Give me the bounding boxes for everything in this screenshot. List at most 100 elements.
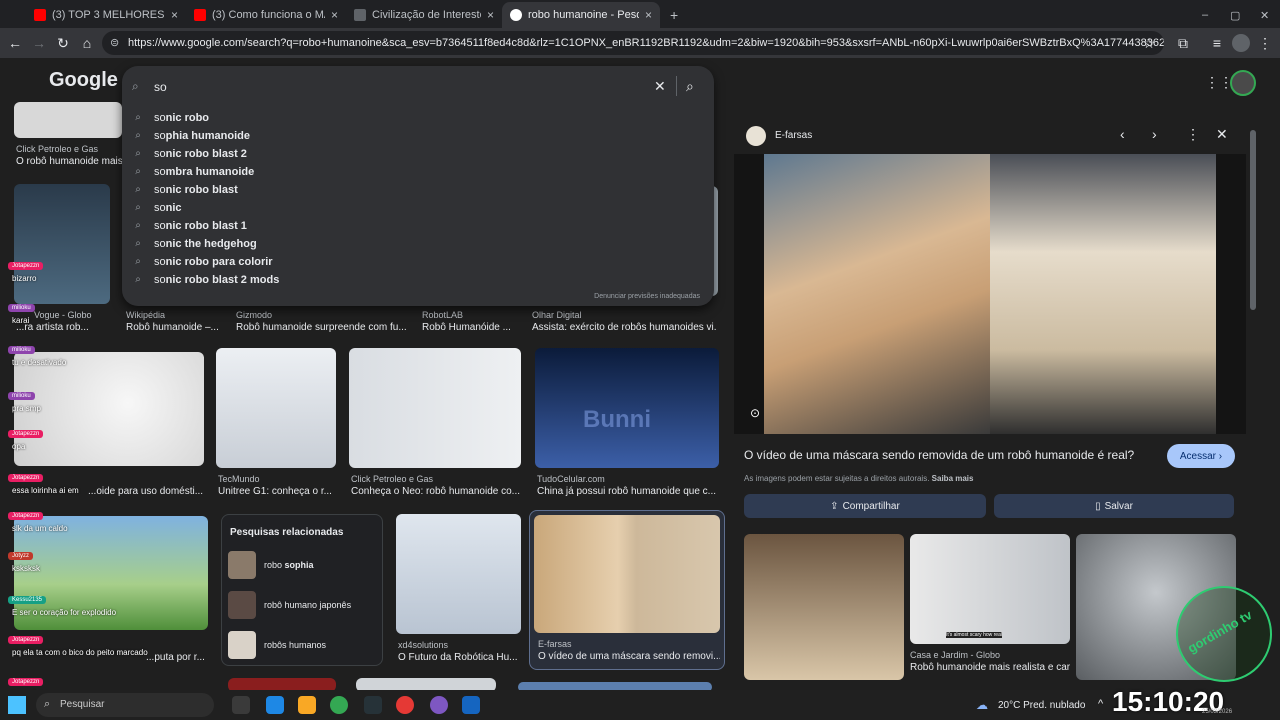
panel-scrollbar[interactable] [1250, 130, 1256, 310]
result-image[interactable] [14, 102, 122, 138]
tab-interestelar[interactable]: Civilização de Interestelar × [346, 2, 502, 28]
result-image[interactable] [349, 348, 521, 468]
media-controls-icon[interactable]: ≡ [1208, 34, 1226, 52]
result-title[interactable]: O robô humanoide mais [16, 156, 122, 167]
lens-icon[interactable]: ⊙ [750, 406, 760, 420]
tab-google-search[interactable]: robo humanoine - Pesquisa Go × [502, 2, 660, 28]
suggestion-item[interactable]: ⌕ so nic [132, 199, 181, 217]
search-submit-icon[interactable]: ⌕ [686, 78, 694, 95]
app-icon[interactable] [364, 696, 382, 714]
result-source: TecMundo [218, 474, 260, 484]
suggestion-item[interactable]: ⌕ so nic robo blast 2 [132, 145, 247, 163]
learn-more-link[interactable]: Saiba mais [932, 474, 974, 483]
apps-grid-icon[interactable]: ⋮⋮ [1205, 74, 1233, 91]
result-image[interactable] [518, 682, 712, 690]
suggestion-item[interactable]: ⌕ so nic robo [132, 109, 209, 127]
menu-icon[interactable]: ⋮ [1256, 34, 1274, 52]
result-image[interactable] [14, 184, 110, 304]
back-icon[interactable]: ← [6, 34, 24, 52]
reload-icon[interactable]: ↻ [54, 34, 72, 52]
suggestion-item[interactable]: ⌕ so nic robo blast 2 mods [132, 271, 279, 289]
close-tab-icon[interactable]: × [171, 8, 178, 22]
profile-avatar[interactable] [1232, 34, 1250, 52]
next-icon[interactable]: › [1152, 126, 1157, 142]
report-link[interactable]: Denunciar previsões inadequadas [594, 293, 700, 300]
search-input[interactable]: so [154, 80, 167, 94]
source-name[interactable]: E-farsas [775, 130, 812, 141]
close-tab-icon[interactable]: × [487, 8, 494, 22]
related-item[interactable]: robô humano japonês [228, 591, 378, 621]
previous-icon[interactable]: ‹ [1120, 126, 1125, 142]
save-button[interactable]: ▯ Salvar [994, 494, 1234, 518]
result-title[interactable]: Assista: exército de robôs humanoides vi… [532, 322, 716, 333]
share-button[interactable]: ⇪ Compartilhar [744, 494, 986, 518]
related-item[interactable]: robo sophia [228, 551, 378, 581]
result-title[interactable]: Robô humanoide –... [126, 322, 220, 333]
steam-icon[interactable] [462, 696, 480, 714]
maximize-button[interactable]: ▢ [1222, 2, 1242, 28]
close-tab-icon[interactable]: × [331, 8, 338, 22]
preview-image-right[interactable] [990, 154, 1216, 434]
result-title[interactable]: ...puta por r... [146, 652, 206, 663]
close-tab-icon[interactable]: × [645, 8, 652, 22]
folder-icon[interactable] [298, 696, 316, 714]
close-panel-icon[interactable]: ✕ [1216, 126, 1228, 143]
selected-result[interactable]: E-farsas O vídeo de uma máscara sendo re… [529, 510, 725, 670]
preview-title[interactable]: O vídeo de uma máscara sendo removida de… [744, 448, 1154, 462]
related-image[interactable] [744, 534, 904, 680]
chrome-icon[interactable] [330, 696, 348, 714]
suggestion-item[interactable]: ⌕ so nic robo para colorir [132, 253, 272, 271]
tab-youtube-mouses[interactable]: (3) TOP 3 MELHORES MOUSES × [26, 2, 186, 28]
tab-youtube-como-funciona[interactable]: (3) Como funciona o MAIOR TE × [186, 2, 346, 28]
suggestion-item[interactable]: ⌕ so nic robo blast 1 [132, 217, 247, 235]
extensions-icon[interactable]: ⧉ [1174, 34, 1192, 52]
bookmark-star-icon[interactable]: ☆ [1140, 34, 1158, 52]
result-title[interactable]: ...ra artista rob... [16, 322, 108, 333]
related-title[interactable]: Robô humanoide mais realista e caro do..… [910, 662, 1070, 673]
chat-username: milioku [8, 392, 35, 400]
task-view-icon[interactable] [232, 696, 250, 714]
related-item[interactable]: robôs humanos [228, 631, 378, 661]
opera-icon[interactable] [396, 696, 414, 714]
windows-start-icon[interactable] [8, 696, 26, 714]
account-avatar[interactable] [1230, 70, 1256, 96]
weather-text[interactable]: 20°C Pred. nublado [998, 700, 1085, 711]
result-title[interactable]: ...oide para uso domésti... [88, 486, 204, 497]
result-image[interactable] [216, 348, 336, 468]
result-title[interactable]: Conheça o Neo: robô humanoide co... [351, 486, 521, 497]
preview-image-left[interactable] [764, 154, 990, 434]
result-title[interactable]: O Futuro da Robótica Hu... [398, 652, 520, 663]
suggestion-item[interactable]: ⌕ so phia humanoide [132, 127, 250, 145]
suggestion-item[interactable]: ⌕ so nic robo blast [132, 181, 238, 199]
result-title[interactable]: Unitree G1: conheça o r... [218, 486, 336, 497]
home-icon[interactable]: ⌂ [78, 34, 96, 52]
close-window-button[interactable]: ✕ [1252, 2, 1272, 28]
new-tab-button[interactable]: + [662, 2, 682, 28]
result-title[interactable]: China já possui robô humanoide que c... [537, 486, 719, 497]
chat-username: Jotapezzn [8, 636, 44, 644]
result-title[interactable]: Robô humanoide surpreende com fu... [236, 322, 408, 333]
app-icon[interactable] [430, 696, 448, 714]
result-image[interactable] [228, 678, 336, 690]
suggestion-item[interactable]: ⌕ so mbra humanoide [132, 163, 254, 181]
result-image[interactable] [356, 678, 496, 690]
related-image[interactable]: It's almost scary how real [910, 534, 1070, 644]
forward-icon[interactable]: → [30, 34, 48, 52]
minimize-button[interactable]: – [1194, 2, 1214, 28]
preview-image-frame: ⊙ [734, 154, 1246, 434]
google-logo[interactable]: Google [49, 69, 118, 92]
result-title[interactable]: Robô Humanóide ... [422, 322, 522, 333]
explorer-icon[interactable] [266, 696, 284, 714]
result-source: Click Petroleo e Gas [16, 144, 99, 154]
result-image[interactable] [396, 514, 521, 634]
taskbar-search[interactable]: ⌕ Pesquisar [36, 693, 214, 717]
more-options-icon[interactable]: ⋮ [1186, 126, 1200, 143]
address-bar[interactable]: ⊜ https://www.google.com/search?q=robo+h… [102, 31, 1164, 55]
suggestion-item[interactable]: ⌕ so nic the hedgehog [132, 235, 257, 253]
visit-button[interactable]: Acessar › [1167, 444, 1235, 468]
tray-chevron-icon[interactable]: ^ [1098, 698, 1103, 710]
result-image[interactable]: Bunni [535, 348, 719, 468]
clear-icon[interactable]: ✕ [654, 78, 666, 95]
site-info-icon[interactable]: ⊜ [110, 31, 119, 55]
result-image[interactable] [14, 352, 204, 466]
